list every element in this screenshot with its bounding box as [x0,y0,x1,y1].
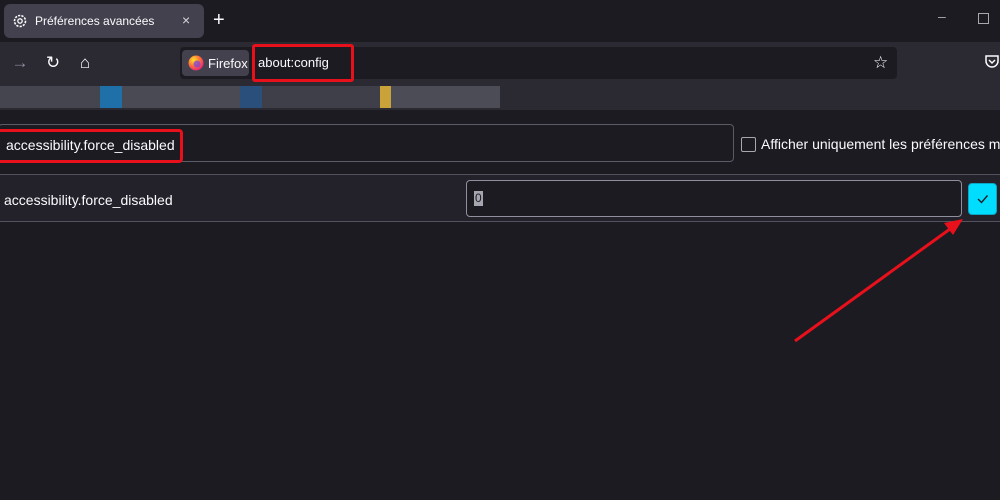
red-arrow-annotation [794,219,963,343]
